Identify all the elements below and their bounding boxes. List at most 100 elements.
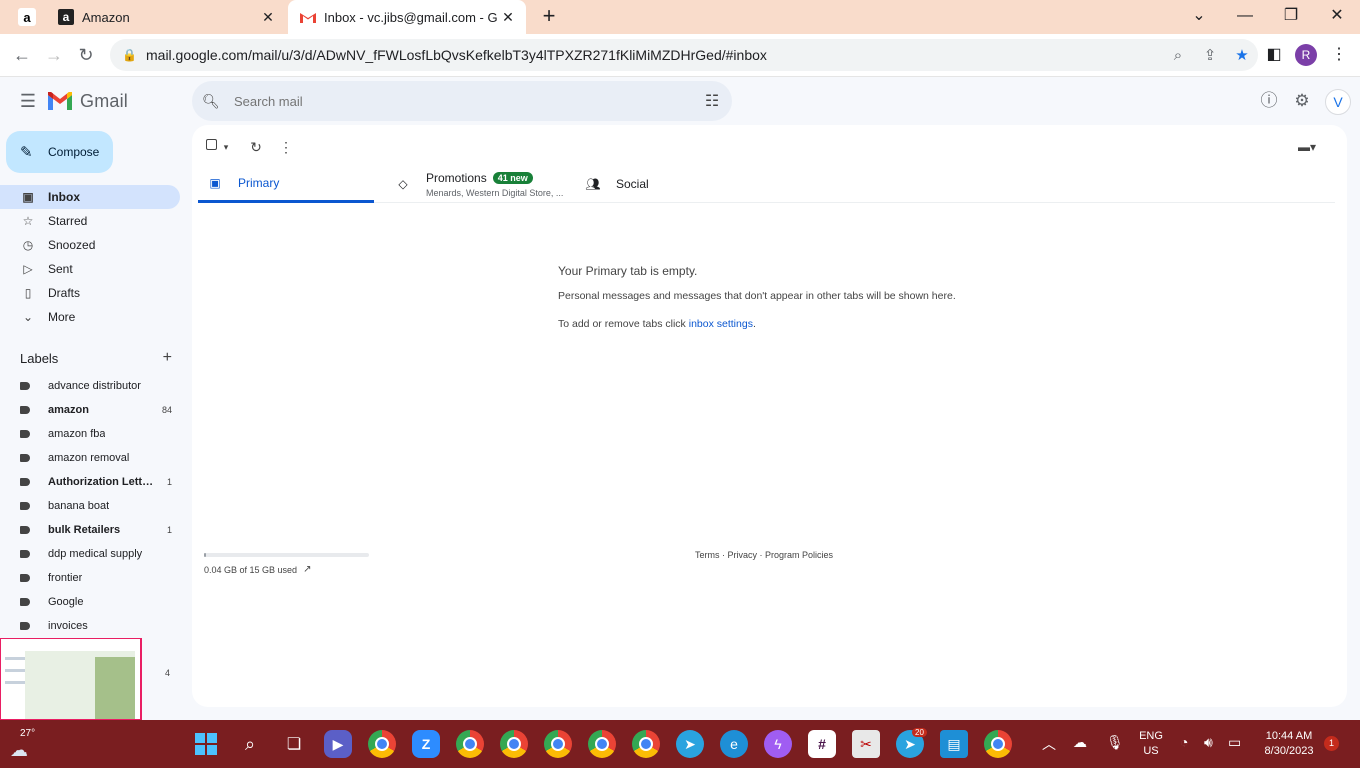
browser-toolbar: ← → ↻ 🔒 mail.google.com/mail/u/3/d/ADwNV… <box>0 34 1360 77</box>
chrome-profile-icon[interactable] <box>632 730 660 758</box>
label-item[interactable]: amazon 84 <box>0 398 180 422</box>
settings-gear-icon[interactable]: ⚙ <box>1290 89 1314 113</box>
address-bar[interactable]: 🔒 mail.google.com/mail/u/3/d/ADwNV_fFWLo… <box>110 39 1258 71</box>
select-dropdown-icon[interactable]: ▾ <box>220 137 232 157</box>
nav-item-more[interactable]: ⌄ More <box>0 305 180 329</box>
lock-icon[interactable]: 🔒 <box>122 48 137 62</box>
notification-badge[interactable]: 1 <box>1324 736 1339 751</box>
label-item[interactable]: amazon fba <box>0 422 180 446</box>
footer-links[interactable]: Terms · Privacy · Program Policies <box>695 550 833 560</box>
minimize-button[interactable]: — <box>1222 4 1268 28</box>
show-hidden-icons-icon[interactable]: ︿ <box>1042 734 1056 754</box>
gmail-wordmark: Gmail <box>80 90 129 111</box>
weather-widget[interactable]: 27° ☁ <box>8 726 48 762</box>
side-panel-icon[interactable]: ◧ <box>1261 43 1287 67</box>
label-name: advance distributor <box>48 380 141 392</box>
search-icon[interactable]: 🔍︎ <box>202 93 222 110</box>
edge-icon[interactable]: e <box>720 730 748 758</box>
inbox-settings-link[interactable]: inbox settings <box>689 318 753 330</box>
telegram-icon[interactable]: ➤ <box>676 730 704 758</box>
label-item[interactable]: frontier <box>0 566 180 590</box>
chrome-profile-icon[interactable] <box>456 730 484 758</box>
language-indicator[interactable]: ENG US <box>1136 729 1166 759</box>
close-tab-icon[interactable]: ✕ <box>258 7 278 27</box>
battery-icon[interactable]: ▭ <box>1228 734 1241 751</box>
meet-icon[interactable]: ▶ <box>324 730 352 758</box>
more-actions-icon[interactable]: ⋮ <box>276 137 296 157</box>
bookmark-star-icon[interactable]: ★ <box>1226 46 1258 64</box>
taskbar-window-preview[interactable] <box>0 638 142 720</box>
reload-button[interactable]: ↻ <box>74 43 98 67</box>
account-avatar[interactable]: V <box>1325 89 1351 115</box>
label-name: amazon fba <box>48 428 106 440</box>
main-menu-icon[interactable]: ☰ <box>16 89 40 113</box>
tab-title: Inbox - vc.jibs@gmail.com - Gma <box>324 9 498 25</box>
wifi-icon[interactable]: ◔ <box>1180 734 1188 750</box>
share-icon[interactable]: ⇪ <box>1194 46 1226 64</box>
external-link-icon[interactable]: ↗ <box>303 564 311 575</box>
snipping-tool-icon[interactable]: ✂ <box>852 730 880 758</box>
close-tab-icon[interactable]: ✕ <box>498 7 518 27</box>
nav-item-starred[interactable]: ☆ Starred <box>0 209 180 233</box>
new-tab-button[interactable]: + <box>538 5 560 27</box>
url-text[interactable]: mail.google.com/mail/u/3/d/ADwNV_fFWLosf… <box>146 47 1162 63</box>
input-tools-icon[interactable]: ▬▾ <box>1292 137 1322 157</box>
label-item[interactable]: amazon removal <box>0 446 180 470</box>
select-all-checkbox[interactable] <box>206 139 217 150</box>
back-button[interactable]: ← <box>10 43 34 67</box>
tab-social[interactable]: 👥︎ Social <box>584 165 704 203</box>
forward-button[interactable]: → <box>42 43 66 67</box>
chrome-profile-icon[interactable] <box>588 730 616 758</box>
label-item[interactable]: bulk Retailers 1 <box>0 518 180 542</box>
chevron-down-icon: ⌄ <box>22 310 34 324</box>
slack-icon[interactable]: # <box>808 730 836 758</box>
tab-amazon[interactable]: a Amazon ✕ <box>46 0 286 34</box>
create-label-button[interactable]: + <box>163 349 172 367</box>
volume-icon[interactable]: 🔊︎ <box>1204 734 1213 751</box>
microphone-icon[interactable]: 🎙︎ <box>1106 734 1124 751</box>
label-item[interactable]: Google <box>0 590 180 614</box>
label-tag-icon <box>20 598 30 606</box>
label-name: Authorization Lette... <box>48 476 156 488</box>
label-item[interactable]: banana boat <box>0 494 180 518</box>
tab-gmail-inbox[interactable]: Inbox - vc.jibs@gmail.com - Gma ✕ <box>288 0 526 34</box>
compose-button[interactable]: ✎ Compose <box>6 131 113 173</box>
search-input[interactable] <box>234 93 692 109</box>
messenger-icon[interactable]: ϟ <box>764 730 792 758</box>
zoom-icon[interactable]: ⌕ <box>1162 47 1194 64</box>
browser-menu-icon[interactable]: ⋮ <box>1326 43 1352 67</box>
tab-promotions[interactable]: ◇ Promotions 41 new Menards, Western Dig… <box>394 165 574 203</box>
label-item[interactable]: advance distributor <box>0 374 180 398</box>
restore-button[interactable]: ❐ <box>1268 4 1314 28</box>
help-icon[interactable]: ⓘ <box>1257 89 1281 113</box>
system-clock[interactable]: 10:44 AM 8/30/2023 <box>1258 729 1320 759</box>
search-icon[interactable]: ⌕ <box>236 730 264 758</box>
label-item[interactable]: ddp medical supply <box>0 542 180 566</box>
search-options-icon[interactable]: ☷ <box>692 91 732 111</box>
nav-item-snoozed[interactable]: ◷ Snoozed <box>0 233 180 257</box>
close-window-button[interactable]: ✕ <box>1314 4 1360 28</box>
tab-search-icon[interactable]: ⌄ <box>1176 4 1222 28</box>
gmail-logo[interactable]: Gmail <box>48 89 128 113</box>
amazon-pinned-tab-icon[interactable]: a <box>18 8 36 26</box>
search-bar[interactable]: 🔍︎ ☷ <box>192 81 732 121</box>
chrome-profile-icon[interactable] <box>500 730 528 758</box>
chrome-profile-icon[interactable] <box>984 730 1012 758</box>
refresh-icon[interactable]: ↻ <box>246 137 266 157</box>
label-item[interactable]: invoices <box>0 614 180 638</box>
chrome-profile-icon[interactable] <box>368 730 396 758</box>
tab-primary[interactable]: ▣ Primary <box>198 165 374 203</box>
empty-body: Personal messages and messages that don'… <box>558 290 956 302</box>
task-view-icon[interactable]: ❏ <box>280 730 308 758</box>
notepad-icon[interactable]: ▤ <box>940 730 968 758</box>
label-tag-icon <box>20 478 30 486</box>
browser-profile-avatar[interactable]: R <box>1295 44 1317 66</box>
nav-item-sent[interactable]: ▷ Sent <box>0 257 180 281</box>
label-item[interactable]: Authorization Lette... 1 <box>0 470 180 494</box>
chrome-profile-icon[interactable] <box>544 730 572 758</box>
nav-item-drafts[interactable]: ▯ Drafts <box>0 281 180 305</box>
start-icon[interactable] <box>192 730 220 758</box>
nav-item-inbox[interactable]: ▣ Inbox <box>0 185 180 209</box>
onedrive-icon[interactable]: ☁ <box>1073 734 1087 751</box>
zoom-app-icon[interactable]: Z <box>412 730 440 758</box>
